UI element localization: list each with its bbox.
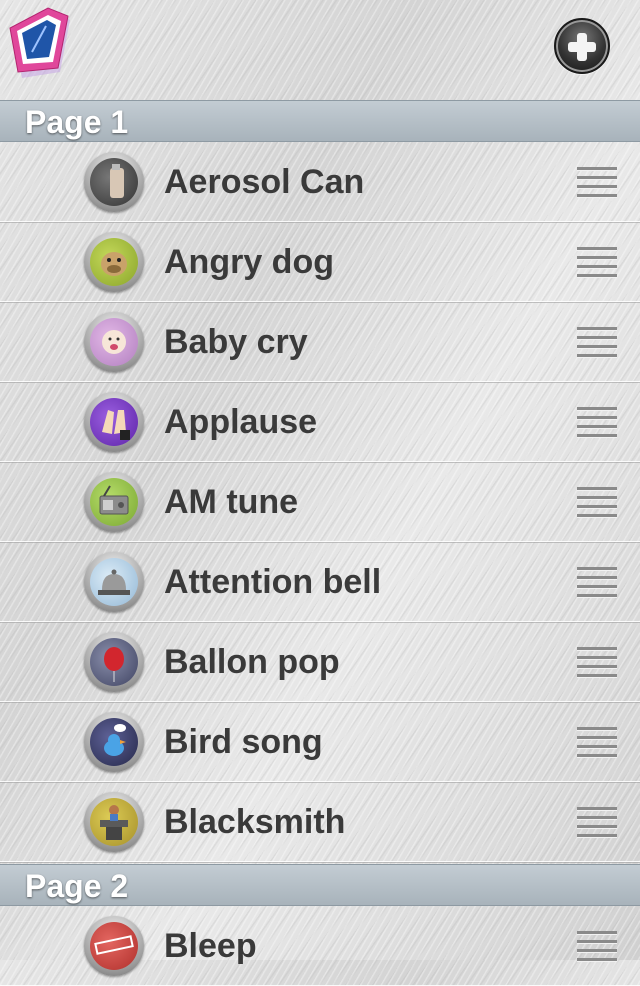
item-label: Blacksmith <box>164 803 346 841</box>
list-item[interactable]: Angry dog <box>0 222 640 302</box>
list-item[interactable]: AM tune <box>0 462 640 542</box>
drag-handle-icon[interactable] <box>577 931 617 962</box>
balloon-icon <box>90 638 138 686</box>
drag-handle-icon[interactable] <box>577 647 617 678</box>
list-item[interactable]: Applause <box>0 382 640 462</box>
drag-handle-icon[interactable] <box>577 247 617 278</box>
item-label: Applause <box>164 403 318 441</box>
item-label: Bird song <box>164 723 323 761</box>
bird-icon <box>90 718 138 766</box>
section-title: Page 1 <box>25 104 129 140</box>
top-bar <box>0 0 640 100</box>
drag-handle-icon[interactable] <box>577 407 617 438</box>
section-title: Page 2 <box>25 868 129 904</box>
list-item[interactable]: Attention bell <box>0 542 640 622</box>
list-item[interactable]: Ballon pop <box>0 622 640 702</box>
angry-dog-icon <box>90 238 138 286</box>
service-bell-icon <box>90 558 138 606</box>
list-item[interactable]: Bird song <box>0 702 640 782</box>
item-label: Bleep <box>164 927 257 965</box>
drag-handle-icon[interactable] <box>577 567 617 598</box>
list-item[interactable]: Aerosol Can <box>0 142 640 222</box>
item-label: Baby cry <box>164 323 308 361</box>
drag-handle-icon[interactable] <box>577 327 617 358</box>
clapping-hands-icon <box>90 398 138 446</box>
list-item[interactable]: Bleep <box>0 906 640 986</box>
section-header-page-1: Page 1 <box>0 100 640 142</box>
drag-handle-icon[interactable] <box>577 487 617 518</box>
radio-icon <box>90 478 138 526</box>
item-label: Angry dog <box>164 243 334 281</box>
anvil-icon <box>90 798 138 846</box>
drag-handle-icon[interactable] <box>577 167 617 198</box>
section-header-page-2: Page 2 <box>0 864 640 906</box>
add-button[interactable] <box>554 18 610 74</box>
censored-stamp-icon <box>90 922 138 970</box>
list-item[interactable]: Blacksmith <box>0 782 640 862</box>
item-label: AM tune <box>164 483 299 521</box>
item-label: Aerosol Can <box>164 163 365 201</box>
item-label: Ballon pop <box>164 643 340 681</box>
app-logo-icon[interactable] <box>8 6 80 86</box>
baby-icon <box>90 318 138 366</box>
list-item[interactable]: Baby cry <box>0 302 640 382</box>
item-label: Attention bell <box>164 563 382 601</box>
aerosol-can-icon <box>90 158 138 206</box>
drag-handle-icon[interactable] <box>577 727 617 758</box>
drag-handle-icon[interactable] <box>577 807 617 838</box>
